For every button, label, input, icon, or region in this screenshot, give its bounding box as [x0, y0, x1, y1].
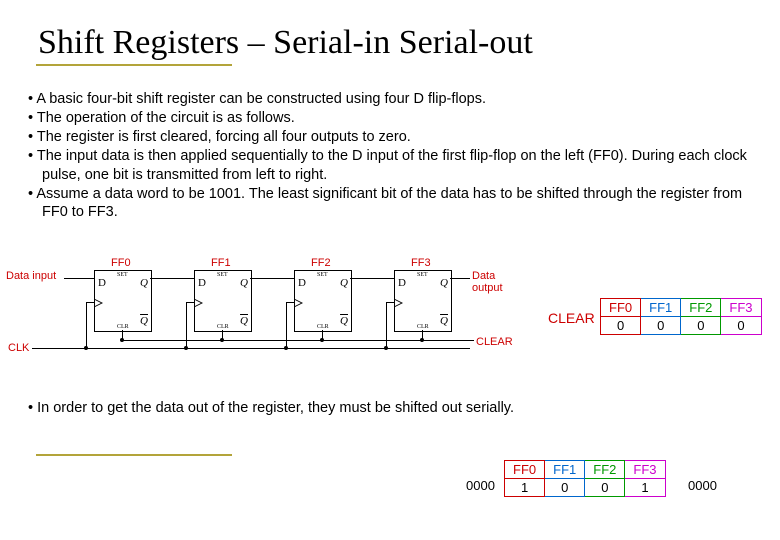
clk-triangle-icon — [95, 299, 103, 307]
table-cell: 0 — [681, 317, 721, 335]
table-header: FF0 — [601, 299, 641, 317]
pin-qbar: Q — [440, 315, 448, 327]
title-underline — [36, 64, 232, 66]
clk-triangle-icon — [295, 299, 303, 307]
pin-set: SET — [317, 272, 328, 278]
data-input-label: Data input — [6, 270, 56, 282]
table-cell: 0 — [585, 479, 625, 497]
data-output-label: Data output — [472, 270, 526, 294]
pin-d: D — [98, 277, 106, 289]
bullet-item: Assume a data word to be 1001. The least… — [28, 185, 748, 221]
table-cell: 0 — [641, 317, 681, 335]
ff-label: FF0 — [111, 257, 131, 269]
table-cell: 0 — [601, 317, 641, 335]
flipflop-ff2: FF2 D Q Q SET CLR — [294, 270, 352, 332]
clear-bus-label: CLEAR — [476, 336, 513, 348]
clk-label: CLK — [8, 342, 29, 354]
pin-set: SET — [217, 272, 228, 278]
ff-label: FF1 — [211, 257, 231, 269]
flipflop-ff3: FF3 D Q Q SET CLR — [394, 270, 452, 332]
clear-state-table: FF0 FF1 FF2 FF3 0 0 0 0 — [600, 298, 762, 335]
table-header: FF2 — [585, 461, 625, 479]
bullet-item: The register is first cleared, forcing a… — [28, 128, 748, 146]
pin-q: Q — [140, 277, 148, 289]
table-header: FF3 — [721, 299, 761, 317]
pin-qbar: Q — [140, 315, 148, 327]
pin-q: Q — [240, 277, 248, 289]
pin-set: SET — [417, 272, 428, 278]
pin-d: D — [198, 277, 206, 289]
bullet-item: The operation of the circuit is as follo… — [28, 109, 748, 127]
pin-q: Q — [340, 277, 348, 289]
clear-label: CLEAR — [548, 310, 595, 326]
table-cell: 0 — [545, 479, 585, 497]
ff-label: FF3 — [411, 257, 431, 269]
bullet-list-2: In order to get the data out of the regi… — [28, 400, 748, 416]
footer-underline — [36, 454, 232, 456]
result-state-table: FF0 FF1 FF2 FF3 1 0 0 1 — [504, 460, 666, 497]
flipflop-ff0: FF0 D Q Q SET CLR — [94, 270, 152, 332]
clk-triangle-icon — [195, 299, 203, 307]
result-right-label: 0000 — [688, 478, 717, 493]
table-cell: 1 — [505, 479, 545, 497]
table-cell: 0 — [721, 317, 761, 335]
table-header: FF1 — [545, 461, 585, 479]
bullet-item: In order to get the data out of the regi… — [28, 400, 748, 416]
bullet-item: The input data is then applied sequentia… — [28, 147, 748, 183]
clk-triangle-icon — [395, 299, 403, 307]
pin-q: Q — [440, 277, 448, 289]
bullet-list-1: A basic four-bit shift register can be c… — [28, 90, 748, 222]
flipflop-ff1: FF1 D Q Q SET CLR — [194, 270, 252, 332]
table-cell: 1 — [625, 479, 665, 497]
table-header: FF0 — [505, 461, 545, 479]
table-header: FF1 — [641, 299, 681, 317]
pin-d: D — [298, 277, 306, 289]
result-left-label: 0000 — [466, 478, 495, 493]
pin-qbar: Q — [240, 315, 248, 327]
circuit-diagram: Data input CLK FF0 D Q Q SET CLR FF1 D Q… — [6, 248, 526, 358]
ff-label: FF2 — [311, 257, 331, 269]
pin-d: D — [398, 277, 406, 289]
bullet-item: A basic four-bit shift register can be c… — [28, 90, 748, 108]
table-header: FF2 — [681, 299, 721, 317]
table-header: FF3 — [625, 461, 665, 479]
pin-set: SET — [117, 272, 128, 278]
pin-qbar: Q — [340, 315, 348, 327]
page-title: Shift Registers – Serial-in Serial-out — [38, 24, 533, 62]
